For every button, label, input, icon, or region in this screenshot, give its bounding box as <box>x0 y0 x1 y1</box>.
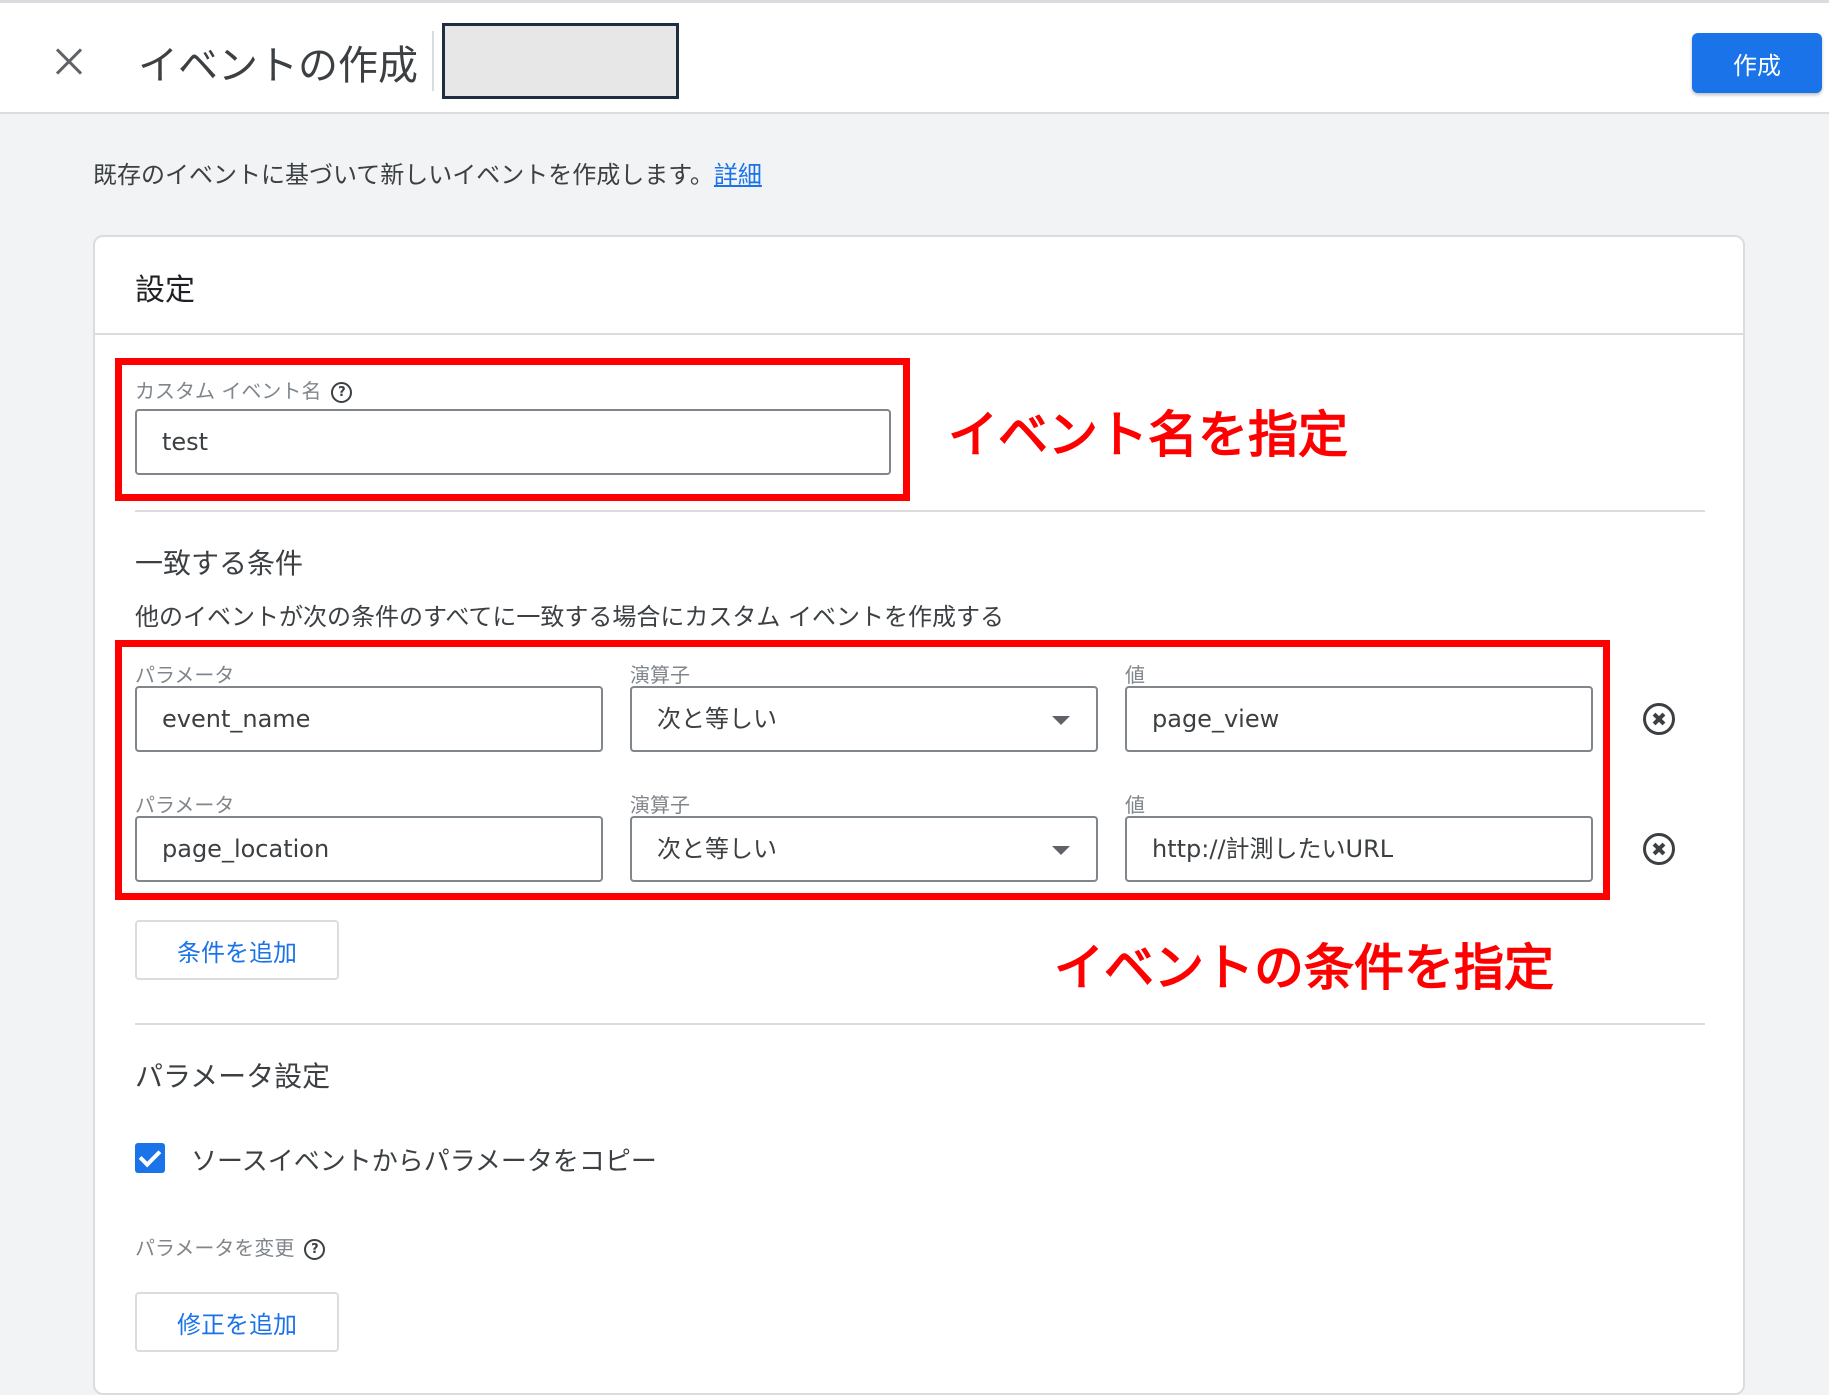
remove-condition-icon[interactable] <box>1643 703 1675 735</box>
conditions-title: 一致する条件 <box>135 547 304 580</box>
copy-params-label: ソースイベントからパラメータをコピー <box>191 1147 657 1177</box>
annotation-conditions: イベントの条件を指定 <box>1054 939 1554 997</box>
help-icon[interactable]: ? <box>304 1239 326 1260</box>
copy-params-checkbox[interactable] <box>135 1143 165 1173</box>
highlight-conditions <box>115 640 1610 900</box>
add-modification-button[interactable]: 修正を追加 <box>135 1292 339 1352</box>
card-header: 設定 <box>95 237 1743 335</box>
modify-params-label-text: パラメータを変更 <box>135 1236 295 1260</box>
create-button[interactable]: 作成 <box>1692 33 1822 93</box>
divider <box>135 1023 1705 1025</box>
remove-condition-icon[interactable] <box>1643 833 1675 865</box>
page-title: イベントの作成 <box>138 43 418 89</box>
top-bar: イベントの作成 作成 <box>0 0 1829 114</box>
card-title: 設定 <box>135 273 195 308</box>
title-divider <box>432 31 434 91</box>
intro-text: 既存のイベントに基づいて新しいイベントを作成します。詳細 <box>93 155 762 190</box>
modify-params-label: パラメータを変更? <box>135 1232 326 1261</box>
details-link[interactable]: 詳細 <box>714 161 762 189</box>
add-condition-button[interactable]: 条件を追加 <box>135 920 339 980</box>
intro-description: 既存のイベントに基づいて新しいイベントを作成します。 <box>93 161 714 189</box>
conditions-description: 他のイベントが次の条件のすべてに一致する場合にカスタム イベントを作成する <box>135 603 1004 631</box>
highlight-event-name <box>115 358 910 501</box>
annotation-event-name: イベント名を指定 <box>948 406 1348 464</box>
divider <box>135 510 1705 512</box>
redacted-box <box>442 23 679 99</box>
parameter-settings-title: パラメータ設定 <box>135 1060 331 1093</box>
close-icon[interactable] <box>48 39 92 83</box>
